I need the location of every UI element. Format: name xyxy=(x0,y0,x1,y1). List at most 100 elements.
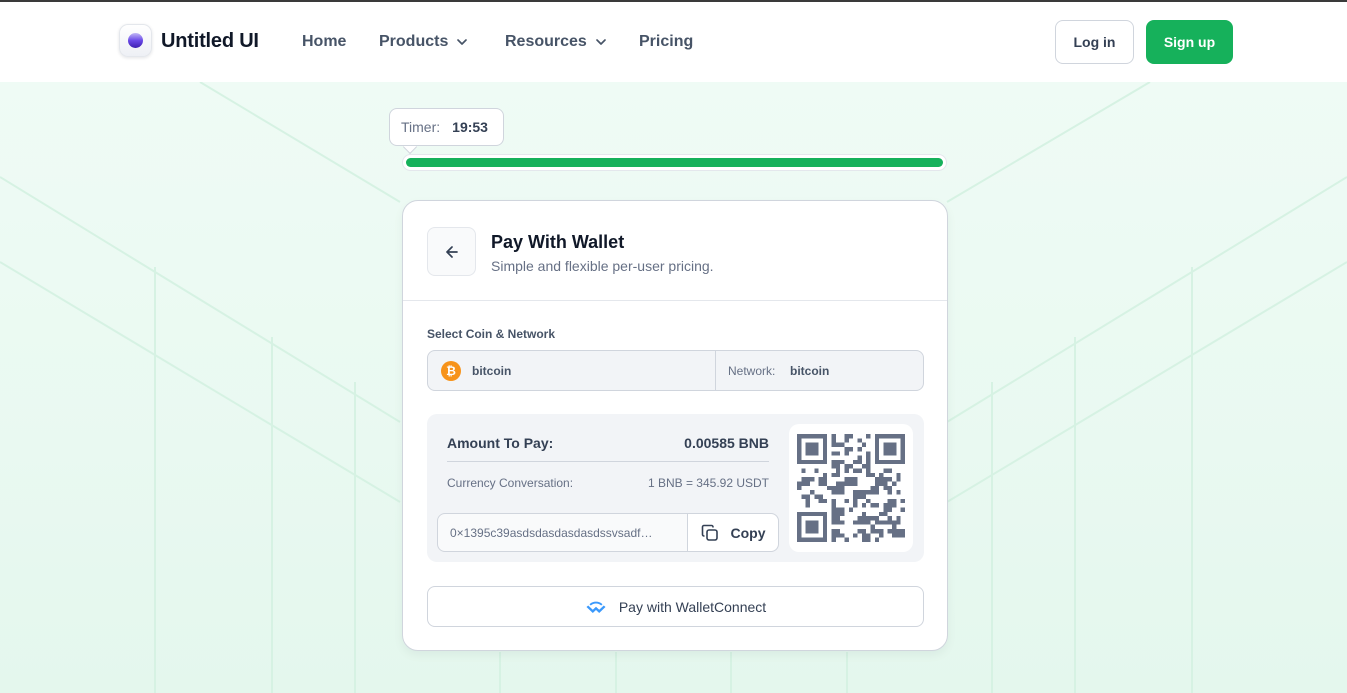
coin-select-value[interactable]: bitcoin xyxy=(472,364,511,378)
timer-value: 19:53 xyxy=(452,119,488,135)
qr-module xyxy=(866,490,871,495)
arrow-left-icon xyxy=(445,245,458,258)
qr-module xyxy=(840,520,845,525)
qr-module xyxy=(896,490,901,495)
qr-module xyxy=(835,520,841,525)
qr-module xyxy=(840,442,845,447)
amount-value: 0.00585 BNB xyxy=(684,435,769,451)
timer-tooltip: Timer: 19:53 xyxy=(389,108,504,146)
logo-icon[interactable] xyxy=(119,24,152,57)
qr-module xyxy=(892,520,897,525)
qr-module xyxy=(797,442,802,447)
qr-module xyxy=(805,459,810,465)
qr-module xyxy=(853,477,858,482)
qr-module xyxy=(831,442,836,447)
qr-module xyxy=(801,511,806,517)
qr-module xyxy=(831,503,836,508)
coin-network-select[interactable]: ₿ bitcoin Network: bitcoin xyxy=(427,350,924,391)
qr-module xyxy=(835,485,841,491)
qr-module xyxy=(814,468,819,473)
qr-module xyxy=(831,520,836,525)
qr-module xyxy=(831,459,836,465)
qr-module xyxy=(818,434,823,439)
qr-module xyxy=(861,537,867,542)
qr-module xyxy=(809,459,815,465)
qr-module xyxy=(870,524,875,530)
qr-module xyxy=(900,498,905,504)
qr-module xyxy=(887,490,893,495)
nav-products[interactable]: Products xyxy=(379,33,468,51)
qr-module xyxy=(844,438,849,443)
qr-module xyxy=(805,537,810,542)
copy-button[interactable]: Copy xyxy=(688,514,778,551)
qr-module xyxy=(892,533,897,538)
qr-module xyxy=(822,446,828,452)
timer-progress-bar xyxy=(402,154,947,171)
nav-pricing-label: Pricing xyxy=(639,33,694,50)
qr-module xyxy=(797,446,802,452)
signup-button[interactable]: Sign up xyxy=(1146,20,1233,64)
qr-module xyxy=(879,529,884,534)
conversion-value: 1 BNB = 345.92 USDT xyxy=(647,476,769,490)
qr-module xyxy=(835,459,841,465)
qr-module xyxy=(896,529,901,534)
qr-module xyxy=(822,442,828,447)
brand-name[interactable]: Untitled UI xyxy=(161,30,259,53)
qr-module xyxy=(797,481,802,486)
qr-module xyxy=(883,459,888,465)
qr-module xyxy=(892,446,897,452)
qr-module xyxy=(814,520,819,525)
copy-button-label: Copy xyxy=(730,524,766,541)
qr-module xyxy=(835,451,841,456)
back-button[interactable] xyxy=(427,227,476,276)
qr-module xyxy=(870,529,875,534)
qr-module xyxy=(814,529,819,534)
qr-module xyxy=(900,533,905,538)
pay-with-wallet-card: Pay With Wallet Simple and flexible per-… xyxy=(402,200,948,651)
qr-module xyxy=(840,485,845,491)
qr-module xyxy=(844,537,849,542)
qr-module xyxy=(853,533,858,538)
qr-module xyxy=(822,481,828,486)
qr-module xyxy=(848,481,854,486)
qr-module xyxy=(797,516,802,521)
qr-module xyxy=(892,459,897,465)
qr-module xyxy=(874,503,880,508)
qr-module xyxy=(883,503,888,508)
qr-module xyxy=(887,529,893,534)
qr-module xyxy=(805,503,810,508)
qr-module xyxy=(883,442,888,447)
qr-module xyxy=(809,520,815,525)
qr-module xyxy=(853,490,858,495)
qr-module xyxy=(861,494,867,499)
wallet-address-field[interactable]: 0×1395c39asdsdasdasdasdssvsadf… Copy xyxy=(437,513,779,552)
qr-module xyxy=(874,455,880,460)
qr-module xyxy=(805,524,810,530)
card-subtitle: Simple and flexible per-user pricing. xyxy=(491,258,714,274)
qr-code-image xyxy=(797,434,905,542)
qr-module xyxy=(844,451,849,456)
nav-pricing[interactable]: Pricing xyxy=(639,33,693,51)
qr-module xyxy=(822,477,828,482)
qr-module xyxy=(818,494,823,499)
qr-module xyxy=(822,524,828,530)
nav-resources[interactable]: Resources xyxy=(505,33,607,51)
qr-module xyxy=(844,481,849,486)
panel-divider xyxy=(447,461,769,462)
qr-module xyxy=(879,481,884,486)
card-title: Pay With Wallet xyxy=(491,232,625,252)
qr-module xyxy=(866,537,871,542)
card-divider xyxy=(403,300,947,301)
qr-module xyxy=(822,498,828,504)
qr-module xyxy=(892,503,897,508)
qr-module xyxy=(835,516,841,521)
nav-home[interactable]: Home xyxy=(302,33,346,51)
network-select-value[interactable]: bitcoin xyxy=(790,364,829,378)
login-button[interactable]: Log in xyxy=(1055,20,1134,64)
qr-module xyxy=(805,434,810,439)
qr-module xyxy=(818,511,823,517)
qr-module xyxy=(866,468,871,473)
pay-with-walletconnect-button[interactable]: Pay with WalletConnect xyxy=(427,586,924,627)
qr-module xyxy=(887,520,893,525)
qr-module xyxy=(827,485,832,491)
